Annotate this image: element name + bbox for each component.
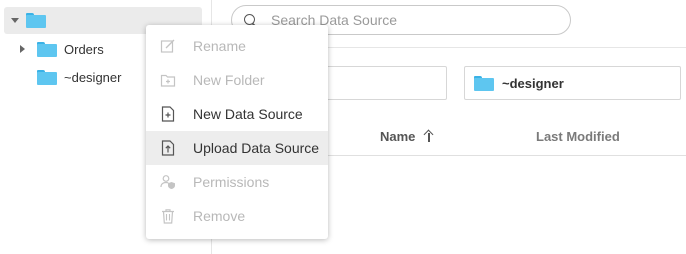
breadcrumb-label: ~designer xyxy=(502,75,564,91)
menu-item-label: Rename xyxy=(193,38,246,54)
folder-icon xyxy=(474,75,494,91)
menu-item-label: Remove xyxy=(193,208,246,224)
menu-item-upload-data-source[interactable]: Upload Data Source xyxy=(146,131,328,165)
menu-item-label: New Data Source xyxy=(193,106,303,122)
tree-item-label: Orders xyxy=(64,41,104,57)
context-menu: Rename New Folder New Data Source Upload… xyxy=(146,25,328,239)
tree-item-designer[interactable]: ~designer xyxy=(37,67,121,87)
folder-icon xyxy=(37,69,57,85)
menu-item-new-folder[interactable]: New Folder xyxy=(146,63,328,97)
menu-item-permissions[interactable]: Permissions xyxy=(146,165,328,199)
menu-item-remove[interactable]: Remove xyxy=(146,199,328,233)
menu-item-new-data-source[interactable]: New Data Source xyxy=(146,97,328,131)
tree-item-label: ~designer xyxy=(64,69,122,85)
expand-caret-icon[interactable] xyxy=(20,45,25,53)
trash-icon xyxy=(160,208,176,224)
folder-icon xyxy=(37,41,57,57)
tree-item-orders[interactable]: Orders xyxy=(20,39,104,59)
menu-item-label: New Folder xyxy=(193,72,265,88)
collapse-caret-icon[interactable] xyxy=(11,18,19,23)
new-folder-icon xyxy=(160,72,176,88)
column-header-name[interactable]: Name xyxy=(380,129,415,144)
column-header-last-modified[interactable]: Last Modified xyxy=(536,129,620,144)
folder-icon xyxy=(26,13,46,28)
sort-ascending-icon[interactable] xyxy=(423,129,434,142)
menu-item-label: Permissions xyxy=(193,174,270,190)
breadcrumb-current-folder[interactable]: ~designer xyxy=(464,66,681,100)
menu-item-rename[interactable]: Rename xyxy=(146,29,328,63)
user-shield-icon xyxy=(160,174,176,190)
new-document-icon xyxy=(160,106,176,122)
menu-item-label: Upload Data Source xyxy=(193,140,320,156)
edit-icon xyxy=(160,38,176,54)
upload-document-icon xyxy=(160,140,176,156)
